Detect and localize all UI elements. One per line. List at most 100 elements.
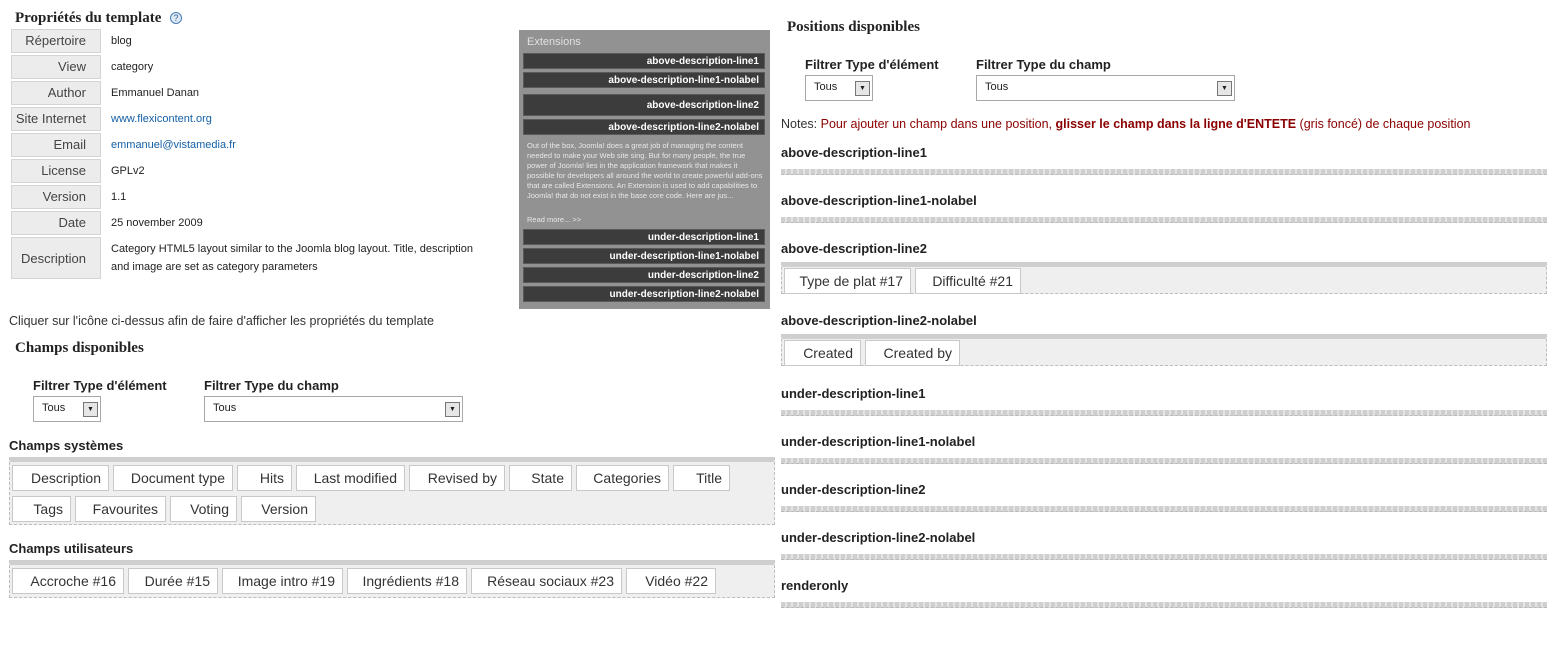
preview-bar: above-description-line1-nolabel: [523, 72, 765, 88]
template-props-title: Propriétés du template: [15, 10, 162, 26]
system-fields-label: Champs systèmes: [9, 438, 124, 453]
chevron-down-icon: ▼: [855, 81, 870, 96]
positions-filter-field-label: Filtrer Type du champ: [976, 57, 1111, 72]
prop-label: Author: [11, 81, 101, 105]
preview-text: Out of the box, Joomla! does a great job…: [527, 141, 763, 200]
prop-value: Category HTML5 layout similar to the Joo…: [111, 243, 473, 273]
prop-row-website: Site Internet www.flexicontent.org: [11, 107, 511, 131]
position-name: above-description-line2: [781, 241, 927, 256]
position-drop-zone[interactable]: [781, 506, 1547, 512]
preview-bar: under-description-line2-nolabel: [523, 286, 765, 302]
position-name: under-description-line1-nolabel: [781, 434, 976, 449]
prop-row-license: License GPLv2: [11, 159, 511, 183]
prop-row-author: Author Emmanuel Danan: [11, 81, 511, 105]
position-drop-zone[interactable]: [781, 554, 1547, 560]
field-chip[interactable]: Title: [673, 465, 730, 491]
select-value: Tous: [42, 402, 66, 414]
field-chip[interactable]: Version: [241, 496, 316, 522]
field-chip[interactable]: Document type: [113, 465, 233, 491]
chevron-down-icon: ▼: [83, 402, 98, 417]
preview-bar: above-description-line2-nolabel: [523, 119, 765, 135]
help-icon[interactable]: ?: [170, 12, 182, 24]
field-chip[interactable]: Created by: [865, 340, 960, 366]
field-chip[interactable]: Durée #15: [128, 568, 218, 594]
prop-value: Emmanuel Danan: [111, 87, 200, 99]
field-chip[interactable]: Type de plat #17: [784, 268, 911, 294]
position-drop-zone[interactable]: [781, 217, 1547, 223]
field-chip[interactable]: Tags: [12, 496, 71, 522]
notes-text-b: glisser le champ dans la ligne d'ENTETE: [1055, 117, 1297, 131]
position-drop-zone[interactable]: [781, 169, 1547, 175]
field-chip[interactable]: Categories: [576, 465, 669, 491]
field-chip[interactable]: Réseau sociaux #23: [471, 568, 622, 594]
position-name: above-description-line1: [781, 145, 927, 160]
prop-label: Répertoire: [11, 29, 101, 53]
positions-filter-type-select[interactable]: Tous ▼: [805, 75, 873, 101]
filter-field-label: Filtrer Type du champ: [204, 378, 339, 393]
position-drop-zone[interactable]: [781, 458, 1547, 464]
positions-title: Positions disponibles: [787, 19, 920, 35]
prop-row-version: Version 1.1: [11, 185, 511, 209]
positions-notes: Notes: Pour ajouter un champ dans une po…: [781, 117, 1470, 131]
field-chip[interactable]: Last modified: [296, 465, 405, 491]
notes-text-a: Pour ajouter un champ dans une position,: [820, 117, 1053, 131]
filter-type-select[interactable]: Tous ▼: [33, 396, 101, 422]
preview-bar: above-description-line2: [523, 94, 765, 116]
prop-label: Version: [11, 185, 101, 209]
field-chip[interactable]: State: [509, 465, 572, 491]
prop-label: License: [11, 159, 101, 183]
preview-read-more: Read more... >>: [527, 215, 582, 224]
field-chip[interactable]: Voting: [170, 496, 237, 522]
field-chip[interactable]: Accroche #16: [12, 568, 124, 594]
email-link[interactable]: emmanuel@vistamedia.fr: [111, 139, 236, 151]
prop-row-date: Date 25 november 2009: [11, 211, 511, 235]
website-link[interactable]: www.flexicontent.org: [111, 113, 212, 125]
position-name: under-description-line2-nolabel: [781, 530, 976, 545]
field-chip[interactable]: Vidéo #22: [626, 568, 716, 594]
preview-title: Extensions: [527, 36, 581, 48]
position-name: under-description-line1: [781, 386, 926, 401]
click-note: Cliquer sur l'icône ci-dessus afin de fa…: [9, 314, 434, 328]
field-chip[interactable]: Favourites: [75, 496, 166, 522]
prop-row-view: View category: [11, 55, 511, 79]
prop-label: Description: [11, 237, 101, 279]
prop-row-directory: Répertoire blog: [11, 29, 511, 53]
preview-bar: under-description-line1-nolabel: [523, 248, 765, 264]
filter-type-label: Filtrer Type d'élément: [33, 378, 167, 393]
position-name: above-description-line2-nolabel: [781, 313, 977, 328]
prop-row-description: Description Category HTML5 layout simila…: [11, 237, 511, 279]
prop-value: blog: [111, 35, 132, 47]
position-name: under-description-line2: [781, 482, 926, 497]
prop-value: category: [111, 61, 154, 73]
position-drop-zone[interactable]: [781, 410, 1547, 416]
field-chip[interactable]: Ingrédients #18: [347, 568, 467, 594]
prop-label: Email: [11, 133, 101, 157]
chevron-down-icon: ▼: [445, 402, 460, 417]
preview-bar: under-description-line2: [523, 267, 765, 283]
field-chip[interactable]: Revised by: [409, 465, 505, 491]
select-value: Tous: [213, 402, 237, 414]
field-chip[interactable]: Difficulté #21: [915, 268, 1021, 294]
field-chip[interactable]: Description: [12, 465, 109, 491]
notes-label: Notes:: [781, 117, 818, 131]
available-fields-title: Champs disponibles: [15, 340, 144, 356]
template-props-table: Répertoire blog View category Author Emm…: [11, 29, 511, 281]
positions-filter-field-select[interactable]: Tous ▼: [976, 75, 1235, 101]
user-fields-label: Champs utilisateurs: [9, 541, 134, 556]
position-name: above-description-line1-nolabel: [781, 193, 977, 208]
positions-filter-type-label: Filtrer Type d'élément: [805, 57, 939, 72]
select-value: Tous: [985, 81, 1009, 93]
prop-label: Date: [11, 211, 101, 235]
prop-label: View: [11, 55, 101, 79]
preview-bar: under-description-line1: [523, 229, 765, 245]
field-chip[interactable]: Image intro #19: [222, 568, 343, 594]
preview-bar: above-description-line1: [523, 53, 765, 69]
filter-field-select[interactable]: Tous ▼: [204, 396, 463, 422]
field-chip[interactable]: Hits: [237, 465, 292, 491]
notes-text-c: (gris foncé) de chaque position: [1299, 117, 1471, 131]
position-drop-zone[interactable]: [781, 602, 1547, 608]
template-preview: Extensions above-description-line1 above…: [519, 30, 770, 309]
chevron-down-icon: ▼: [1217, 81, 1232, 96]
field-chip[interactable]: Created: [784, 340, 861, 366]
prop-value: 1.1: [111, 191, 127, 203]
